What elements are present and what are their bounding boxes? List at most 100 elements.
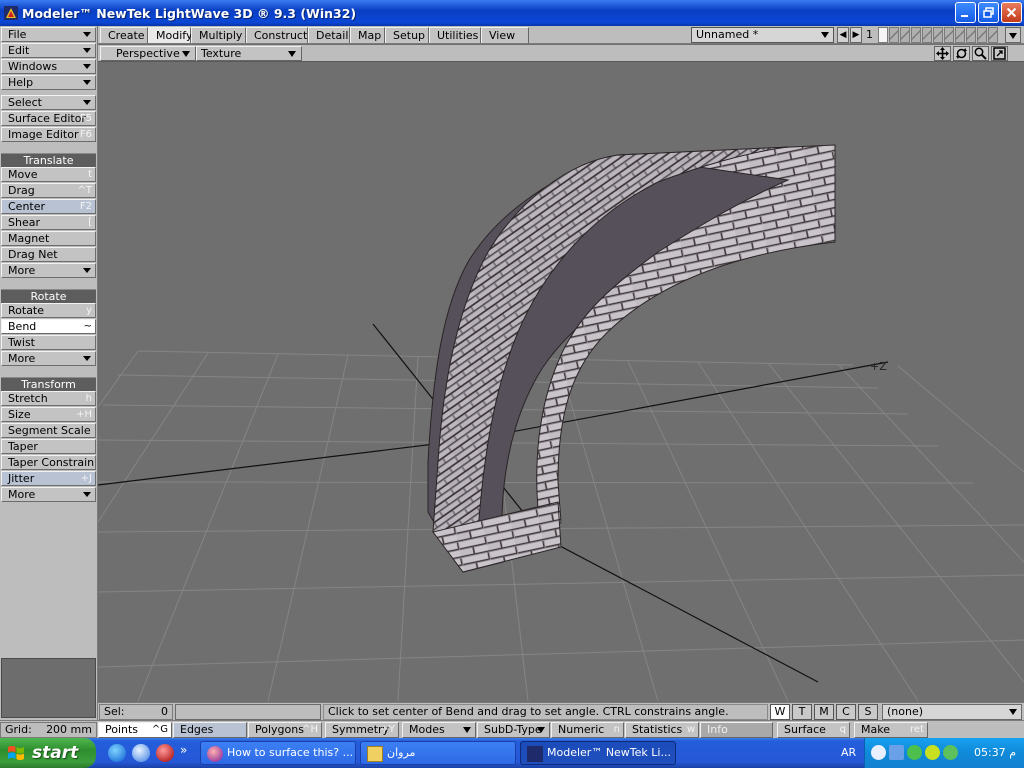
center-tool-button[interactable]: Center F2 [1, 199, 96, 214]
tab-map[interactable]: Map [350, 27, 385, 43]
tab-view[interactable]: View [481, 27, 529, 43]
bend-tool-button[interactable]: Bend ~ [1, 319, 96, 334]
render-mode-dropdown[interactable]: Texture [196, 46, 302, 61]
perspective-viewport[interactable]: X +Z [98, 62, 1024, 701]
rotate-more-menu[interactable]: More [1, 351, 96, 366]
make-button[interactable]: Make ret [854, 722, 928, 738]
windows-menu[interactable]: Windows [1, 59, 96, 74]
jitter-tool-button[interactable]: Jitter +J [1, 471, 96, 486]
restore-button[interactable] [978, 2, 999, 23]
symmetry-toggle[interactable]: Symmetry +Y [325, 722, 399, 738]
polygons-mode-button[interactable]: Polygons ^H [248, 722, 322, 738]
minimize-button[interactable] [955, 2, 976, 23]
move-tool-button[interactable]: Move t [1, 167, 96, 182]
taskbar-task-browser[interactable]: How to surface this? ... [200, 741, 356, 765]
image-editor-button[interactable]: Image Editor F6 [1, 127, 96, 142]
tab-setup[interactable]: Setup [385, 27, 429, 43]
close-button[interactable] [1001, 2, 1022, 23]
info-field [175, 704, 321, 720]
layer-slot[interactable] [911, 27, 921, 43]
file-menu[interactable]: File [1, 27, 96, 42]
media-player-icon[interactable] [156, 744, 174, 762]
statistics-button[interactable]: Statistics w [625, 722, 699, 738]
surface-dropdown[interactable]: (none) [882, 704, 1022, 720]
maximize-viewport-button[interactable] [991, 46, 1008, 61]
desktop-quicklaunch-icon[interactable] [108, 744, 126, 762]
task-label: مروان [387, 746, 416, 759]
tray-utility-icon[interactable] [943, 745, 958, 760]
shear-tool-button[interactable]: Shear [ [1, 215, 96, 230]
segment-scale-tool-button[interactable]: Segment Scale [1, 423, 96, 438]
tab-modify[interactable]: Modify [148, 27, 192, 43]
zoom-view-button[interactable] [972, 46, 989, 61]
stretch-tool-button[interactable]: Stretch h [1, 391, 96, 406]
network-icon[interactable] [889, 745, 904, 760]
shortcut-label: q [839, 724, 846, 735]
select-menu[interactable]: Select [1, 95, 96, 110]
subd-type-dropdown[interactable]: SubD-Type [477, 722, 550, 738]
status-bar: Sel: 0 Click to set center of Bend and d… [98, 702, 1024, 720]
edit-menu[interactable]: Edit [1, 43, 96, 58]
twist-tool-button[interactable]: Twist [1, 335, 96, 350]
mode-button-s[interactable]: S [858, 704, 878, 720]
taper-tool-button[interactable]: Taper [1, 439, 96, 454]
help-menu[interactable]: Help [1, 75, 96, 90]
size-tool-button[interactable]: Size +H [1, 407, 96, 422]
layer-slot[interactable] [933, 27, 943, 43]
view-type-dropdown[interactable]: Perspective [100, 46, 196, 61]
edges-mode-button[interactable]: Edges [173, 722, 247, 738]
tab-utilities[interactable]: Utilities [429, 27, 481, 43]
render-mode-label: Texture [201, 47, 242, 60]
tab-detail[interactable]: Detail [308, 27, 350, 43]
mode-button-c[interactable]: C [836, 704, 856, 720]
surface-button[interactable]: Surface q [777, 722, 850, 738]
start-button[interactable]: start [0, 738, 96, 768]
layer-slot[interactable] [988, 27, 998, 43]
brick-arch-object[interactable] [427, 144, 836, 573]
messenger-icon[interactable] [925, 745, 940, 760]
viewport-canvas[interactable]: X +Z [98, 62, 1024, 701]
language-indicator[interactable]: AR [841, 746, 856, 759]
tab-construct[interactable]: Construct [246, 27, 308, 43]
layer-slot[interactable] [966, 27, 976, 43]
layer-slot[interactable] [922, 27, 932, 43]
translate-more-menu[interactable]: More [1, 263, 96, 278]
internet-explorer-icon[interactable] [132, 744, 150, 762]
layer-slot[interactable] [889, 27, 899, 43]
tab-create[interactable]: Create [100, 27, 148, 43]
taper-constrain-tool-button[interactable]: Taper Constrain [1, 455, 96, 470]
tray-app-icon[interactable] [907, 745, 922, 760]
tool-label: More [8, 352, 36, 365]
numeric-button[interactable]: Numeric n [551, 722, 624, 738]
layer-slot[interactable] [900, 27, 910, 43]
transform-more-menu[interactable]: More [1, 487, 96, 502]
layer-slot[interactable] [955, 27, 965, 43]
points-mode-button[interactable]: Points ^G [98, 722, 172, 738]
prev-object-button[interactable]: ◀ [837, 27, 849, 43]
chevron-double-right-icon[interactable]: » [180, 743, 187, 757]
pan-view-button[interactable] [934, 46, 951, 61]
chevron-down-icon [182, 51, 190, 57]
layer-slot[interactable] [878, 27, 888, 43]
taskbar-task-folder[interactable]: مروان [360, 741, 516, 765]
tool-label: More [8, 264, 36, 277]
drag-tool-button[interactable]: Drag ^T [1, 183, 96, 198]
tray-back-icon[interactable] [871, 745, 886, 760]
object-select-dropdown[interactable]: Unnamed * [691, 27, 834, 43]
tab-multiply[interactable]: Multiply [191, 27, 246, 43]
mode-button-w[interactable]: W [770, 704, 790, 720]
mode-button-t[interactable]: T [792, 704, 812, 720]
drag-net-tool-button[interactable]: Drag Net [1, 247, 96, 262]
layer-menu-button[interactable] [1005, 27, 1021, 43]
layer-slot[interactable] [977, 27, 987, 43]
rotate-tool-button[interactable]: Rotate y [1, 303, 96, 318]
taskbar-task-modeler[interactable]: Modeler™ NewTek Li... [520, 741, 676, 765]
info-button[interactable]: Info [700, 722, 773, 738]
magnet-tool-button[interactable]: Magnet [1, 231, 96, 246]
modes-dropdown[interactable]: Modes [402, 722, 476, 738]
surface-editor-button[interactable]: Surface Editor F5 [1, 111, 96, 126]
mode-button-m[interactable]: M [814, 704, 834, 720]
rotate-view-button[interactable] [953, 46, 970, 61]
next-object-button[interactable]: ▶ [850, 27, 862, 43]
layer-slot[interactable] [944, 27, 954, 43]
